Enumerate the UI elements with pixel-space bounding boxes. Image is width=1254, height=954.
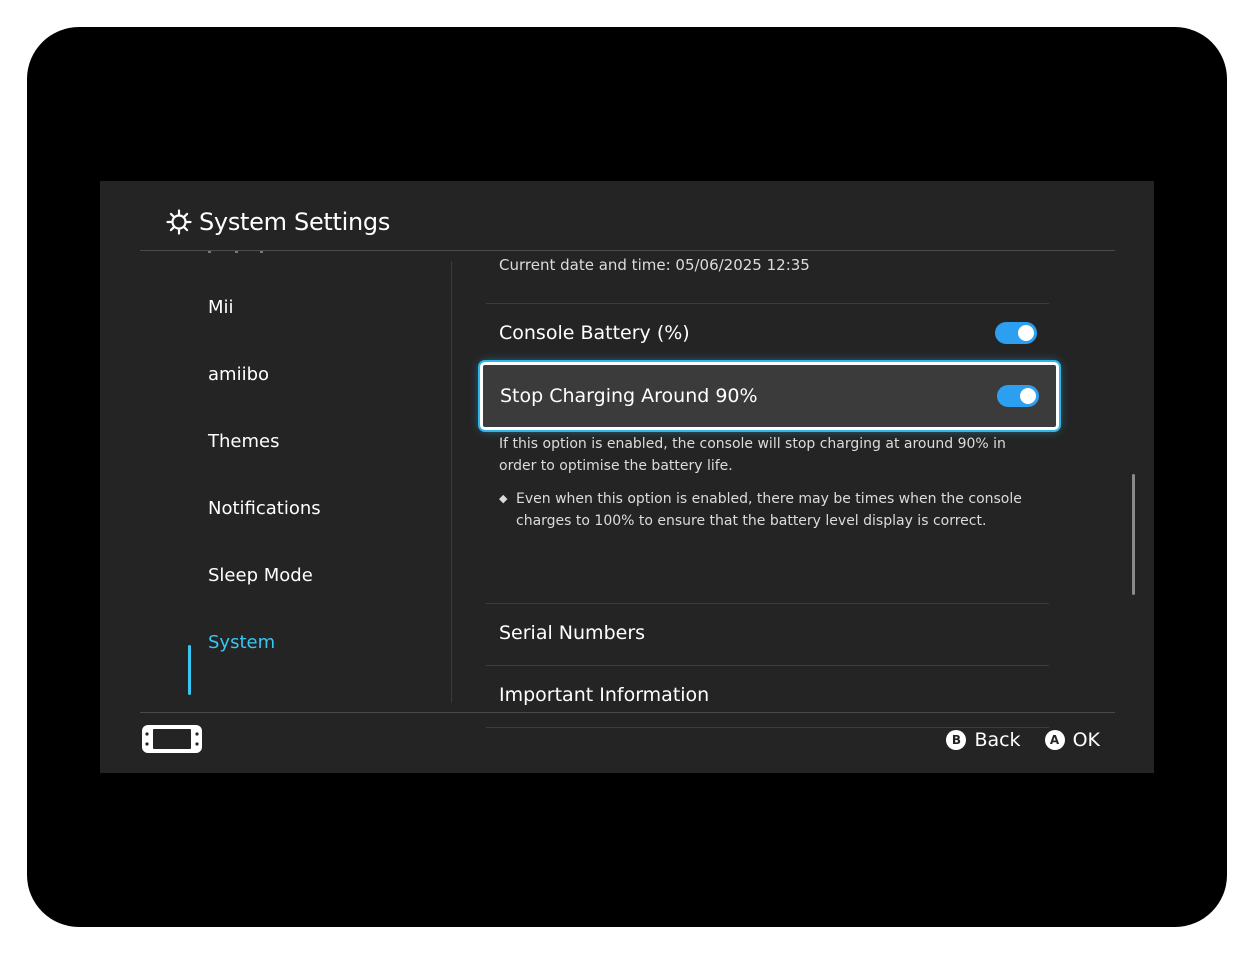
device-frame: System Settings Mii amiibo Themes Notifi… xyxy=(27,27,1227,927)
b-button-icon: B xyxy=(946,730,967,750)
ok-label: OK xyxy=(1072,729,1100,751)
page-header: System Settings xyxy=(165,205,390,239)
toggle-knob xyxy=(1018,325,1034,341)
sidebar-item-notifications[interactable]: Notifications xyxy=(208,489,321,529)
console-battery-row[interactable]: Console Battery (%) xyxy=(486,304,1049,362)
serial-numbers-row[interactable]: Serial Numbers xyxy=(486,604,1049,662)
page-title: System Settings xyxy=(199,208,391,236)
console-icon xyxy=(142,725,202,753)
active-indicator xyxy=(188,645,191,695)
sidebar-item-amiibo[interactable]: amiibo xyxy=(208,355,269,395)
stop-charging-toggle[interactable] xyxy=(997,385,1039,407)
ok-button[interactable]: A OK xyxy=(1044,729,1100,751)
current-datetime: Current date and time: 05/06/2025 12:35 xyxy=(499,256,810,274)
stop-charging-label: Stop Charging Around 90% xyxy=(500,385,758,407)
back-button[interactable]: B Back xyxy=(946,729,1021,751)
note-bullet: ◆ xyxy=(499,492,508,505)
important-information-label: Important Information xyxy=(499,684,710,706)
sidebar-item-themes[interactable]: Themes xyxy=(208,422,279,462)
back-label: Back xyxy=(974,729,1021,751)
toggle-knob xyxy=(1020,388,1036,404)
sidebar-scroll-remnant xyxy=(208,251,268,254)
settings-screen: System Settings Mii amiibo Themes Notifi… xyxy=(100,181,1154,773)
scrollbar[interactable] xyxy=(1132,474,1135,595)
note-text: Even when this option is enabled, there … xyxy=(516,491,1022,529)
sidebar-item-sleep-mode[interactable]: Sleep Mode xyxy=(208,556,313,596)
footer-divider xyxy=(140,712,1115,713)
stop-charging-description: If this option is enabled, the console w… xyxy=(499,436,1006,474)
sidebar-divider xyxy=(451,261,452,703)
stop-charging-note: ◆ Even when this option is enabled, ther… xyxy=(499,488,1039,532)
a-button-icon: A xyxy=(1044,730,1065,750)
sidebar-item-mii[interactable]: Mii xyxy=(208,288,234,328)
stop-charging-row[interactable]: Stop Charging Around 90% xyxy=(480,362,1059,430)
console-battery-toggle[interactable] xyxy=(995,322,1037,344)
serial-numbers-label: Serial Numbers xyxy=(499,622,646,644)
gear-icon xyxy=(166,209,192,235)
important-information-row[interactable]: Important Information xyxy=(486,666,1049,724)
header-divider xyxy=(140,250,1115,251)
sidebar-item-system[interactable]: System xyxy=(208,623,275,663)
footer-actions: B Back A OK xyxy=(922,726,1100,754)
console-battery-label: Console Battery (%) xyxy=(499,322,690,344)
